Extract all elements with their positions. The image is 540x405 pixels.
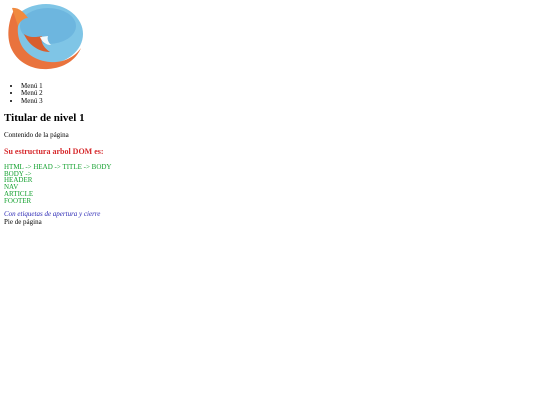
page: Menú 1 Menú 2 Menú 3 Titular de nivel 1 … — [0, 0, 540, 405]
menu-item-1[interactable]: Menú 1 — [21, 82, 540, 90]
note-text: Con etiquetas de apertura y cierre — [4, 209, 101, 218]
firefox-logo-icon — [4, 4, 540, 70]
dom-structure: HTML -> HEAD -> TITLE -> BODY BODY -> HE… — [4, 162, 540, 205]
page-heading: Titular de nivel 1 — [4, 111, 85, 124]
menu-item-2[interactable]: Menú 2 — [21, 90, 540, 97]
dom-title: Su estructura arbol DOM es: — [4, 146, 104, 156]
dom-line: ARTICLE — [4, 190, 34, 199]
dom-line: FOOTER — [4, 196, 32, 205]
page-content: Contenido de la página — [4, 130, 69, 139]
dom-line: BODY -> — [4, 169, 32, 178]
nav-menu: Menú 1 Menú 2 Menú 3 — [4, 82, 540, 105]
dom-line: HTML -> HEAD -> TITLE -> BODY — [4, 162, 112, 171]
page-footer: Pie de página — [4, 217, 42, 226]
menu-item-3[interactable]: Menú 3 — [21, 97, 540, 105]
dom-line: NAV — [4, 183, 19, 192]
dom-line: HEADER — [4, 176, 33, 185]
